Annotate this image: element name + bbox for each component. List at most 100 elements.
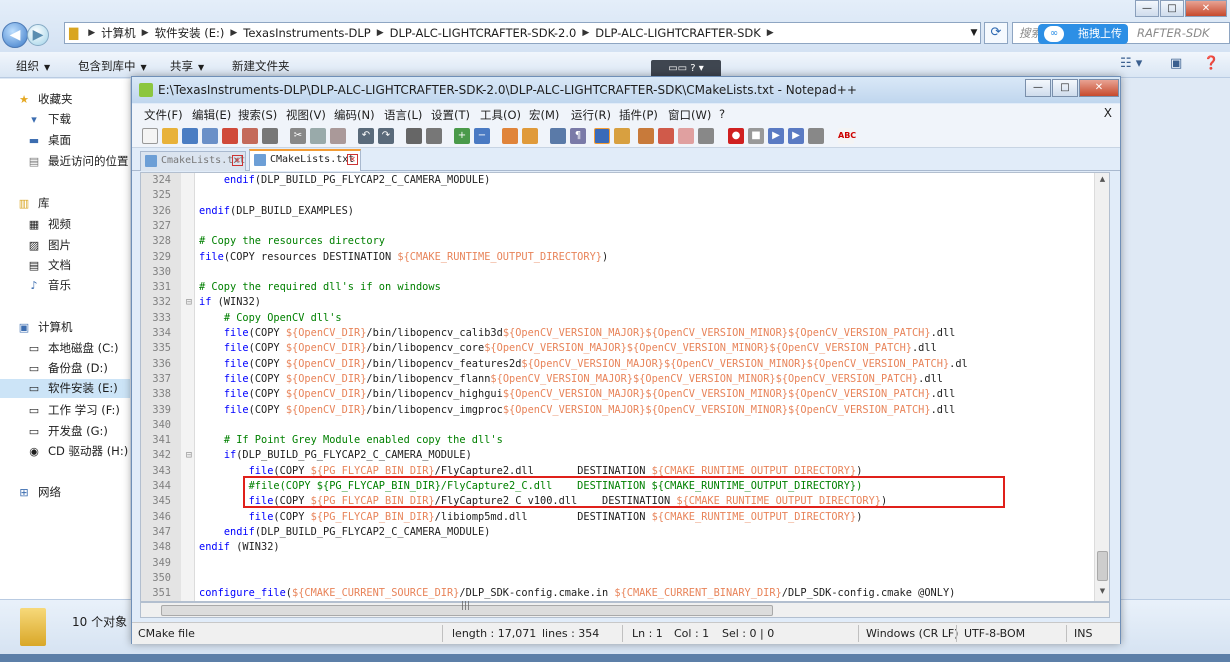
explorer-close-button[interactable]: ✕: [1185, 0, 1227, 17]
document-close-icon[interactable]: X: [1104, 106, 1112, 120]
code-line[interactable]: 350: [141, 571, 1095, 586]
code-line[interactable]: 328 # Copy the resources directory: [141, 234, 1095, 249]
code-editor[interactable]: 324 endif(DLP_BUILD_PG_FLYCAP2_C_CAMERA_…: [140, 172, 1110, 602]
code-line[interactable]: 326 endif(DLP_BUILD_EXAMPLES): [141, 204, 1095, 219]
indent-guide-icon[interactable]: [594, 128, 610, 144]
sidebar-item-documents[interactable]: ▤ 文档: [26, 257, 71, 273]
vertical-scrollbar[interactable]: ▲ ▼: [1094, 173, 1109, 601]
code-line[interactable]: 341 # If Point Grey Module enabled copy …: [141, 433, 1095, 448]
menu-edit[interactable]: 编辑(E): [192, 107, 231, 123]
show-all-chars-icon[interactable]: ¶: [570, 128, 586, 144]
tab-cmakelists-1[interactable]: CmakeLists.txt ✕: [140, 151, 246, 171]
breadcrumb-computer[interactable]: 计算机: [101, 25, 136, 41]
find-icon[interactable]: [406, 128, 422, 144]
code-line[interactable]: 335 file(COPY ${OpenCV_DIR}/bin/libopenc…: [141, 341, 1095, 356]
organize-menu[interactable]: 组织 ▼: [16, 58, 50, 74]
code-line[interactable]: 334 file(COPY ${OpenCV_DIR}/bin/libopenc…: [141, 326, 1095, 341]
menu-language[interactable]: 语言(L): [384, 107, 422, 123]
sidebar-libraries[interactable]: ▥ 库: [16, 195, 50, 211]
fold-toggle-icon[interactable]: ⊟: [184, 448, 194, 463]
sidebar-item-drive-f[interactable]: ▭ 工作 学习 (F:): [26, 402, 120, 418]
zoom-in-icon[interactable]: +: [454, 128, 470, 144]
undo-icon[interactable]: ↶: [358, 128, 374, 144]
menu-search[interactable]: 搜索(S): [238, 107, 277, 123]
help-icon[interactable]: ❓: [1203, 56, 1219, 71]
sidebar-item-drive-c[interactable]: ▭ 本地磁盘 (C:): [26, 340, 119, 356]
code-line[interactable]: 325: [141, 188, 1095, 203]
play-multiple-macro-icon[interactable]: ▶: [788, 128, 804, 144]
close-button[interactable]: ✕: [1079, 79, 1119, 97]
refresh-button[interactable]: ⟳: [984, 22, 1008, 44]
sidebar-network[interactable]: ⊞ 网络: [16, 484, 61, 500]
code-line[interactable]: 330: [141, 265, 1095, 280]
scroll-down-icon[interactable]: ▼: [1095, 587, 1109, 595]
code-line[interactable]: 333 # Copy OpenCV dll's: [141, 311, 1095, 326]
function-list-icon[interactable]: [658, 128, 674, 144]
sync-horizontal-icon[interactable]: [522, 128, 538, 144]
sidebar-item-desktop[interactable]: ▬ 桌面: [26, 132, 71, 148]
save-all-icon[interactable]: [202, 128, 218, 144]
breadcrumb-sdk-2[interactable]: DLP-ALC-LIGHTCRAFTER-SDK-2.0: [390, 26, 577, 40]
back-button[interactable]: ◀: [2, 22, 28, 48]
print-icon[interactable]: [262, 128, 278, 144]
code-line[interactable]: 346 file(COPY ${PG_FLYCAP_BIN_DIR}/libio…: [141, 510, 1095, 525]
forward-button[interactable]: ▶: [27, 24, 49, 46]
sidebar-item-drive-e[interactable]: ▭ 软件安装 (E:): [0, 379, 130, 398]
share-menu[interactable]: 共享 ▼: [170, 58, 204, 74]
sidebar-item-drive-d[interactable]: ▭ 备份盘 (D:): [26, 360, 108, 376]
menu-view[interactable]: 视图(V): [286, 107, 326, 123]
word-wrap-icon[interactable]: [550, 128, 566, 144]
play-macro-icon[interactable]: ▶: [768, 128, 784, 144]
udl-icon[interactable]: [614, 128, 630, 144]
new-folder-button[interactable]: 新建文件夹: [232, 58, 290, 74]
zoom-out-icon[interactable]: −: [474, 128, 490, 144]
document-map-icon[interactable]: [638, 128, 654, 144]
menu-window[interactable]: 窗口(W): [668, 107, 711, 123]
sidebar-item-drive-h[interactable]: ◉ CD 驱动器 (H:): [26, 443, 128, 459]
sidebar-item-music[interactable]: ♪ 音乐: [26, 277, 71, 293]
minimize-button[interactable]: —: [1025, 79, 1051, 97]
menu-tools[interactable]: 工具(O): [480, 107, 521, 123]
save-icon[interactable]: [182, 128, 198, 144]
cut-icon[interactable]: ✂: [290, 128, 306, 144]
fold-toggle-icon[interactable]: ⊟: [184, 295, 194, 310]
sidebar-favorites[interactable]: ★ 收藏夹: [16, 91, 72, 107]
menu-help[interactable]: ?: [719, 107, 725, 121]
folder-workspace-icon[interactable]: [678, 128, 694, 144]
sidebar-item-recent[interactable]: ▤ 最近访问的位置: [26, 153, 129, 169]
sidebar-item-videos[interactable]: ▦ 视频: [26, 216, 71, 232]
monitoring-icon[interactable]: [698, 128, 714, 144]
new-file-icon[interactable]: [142, 128, 158, 144]
upload-button[interactable]: ∞ 拖拽上传: [1038, 24, 1128, 44]
code-line[interactable]: 339 file(COPY ${OpenCV_DIR}/bin/libopenc…: [141, 403, 1095, 418]
address-dropdown-icon[interactable]: ▼: [966, 22, 982, 44]
save-macro-icon[interactable]: [808, 128, 824, 144]
breadcrumb-drive[interactable]: 软件安装 (E:): [155, 25, 225, 41]
open-file-icon[interactable]: [162, 128, 178, 144]
menu-file[interactable]: 文件(F): [144, 107, 183, 123]
spell-check-icon[interactable]: ABC: [838, 128, 856, 144]
code-line[interactable]: 331 # Copy the required dll's if on windo…: [141, 280, 1095, 295]
record-macro-icon[interactable]: ●: [728, 128, 744, 144]
menu-encoding[interactable]: 编码(N): [334, 107, 375, 123]
sidebar-item-drive-g[interactable]: ▭ 开发盘 (G:): [26, 423, 108, 439]
close-file-icon[interactable]: [222, 128, 238, 144]
code-line[interactable]: 342 ⊟ if(DLP_BUILD_PG_FLYCAP2_C_CAMERA_MO…: [141, 448, 1095, 463]
view-options-icon[interactable]: ☷ ▾: [1120, 56, 1142, 71]
maximize-button[interactable]: □: [1052, 79, 1078, 97]
address-bar[interactable]: ▇ ▶ 计算机 ▶ 软件安装 (E:) ▶ TexasInstruments-D…: [64, 22, 981, 44]
stop-macro-icon[interactable]: ■: [748, 128, 764, 144]
menu-run[interactable]: 运行(R): [571, 107, 611, 123]
code-line[interactable]: 337 file(COPY ${OpenCV_DIR}/bin/libopenc…: [141, 372, 1095, 387]
scroll-thumb[interactable]: [1097, 551, 1108, 581]
code-line[interactable]: 327: [141, 219, 1095, 234]
explorer-minimize-button[interactable]: —: [1135, 0, 1159, 17]
sidebar-item-downloads[interactable]: ▾ 下载: [26, 111, 71, 127]
paste-icon[interactable]: [330, 128, 346, 144]
code-line[interactable]: 338 file(COPY ${OpenCV_DIR}/bin/libopenc…: [141, 387, 1095, 402]
code-line[interactable]: 340: [141, 418, 1095, 433]
menu-plugins[interactable]: 插件(P): [619, 107, 658, 123]
code-line[interactable]: 349: [141, 556, 1095, 571]
menu-settings[interactable]: 设置(T): [431, 107, 470, 123]
include-library-menu[interactable]: 包含到库中 ▼: [78, 58, 147, 74]
